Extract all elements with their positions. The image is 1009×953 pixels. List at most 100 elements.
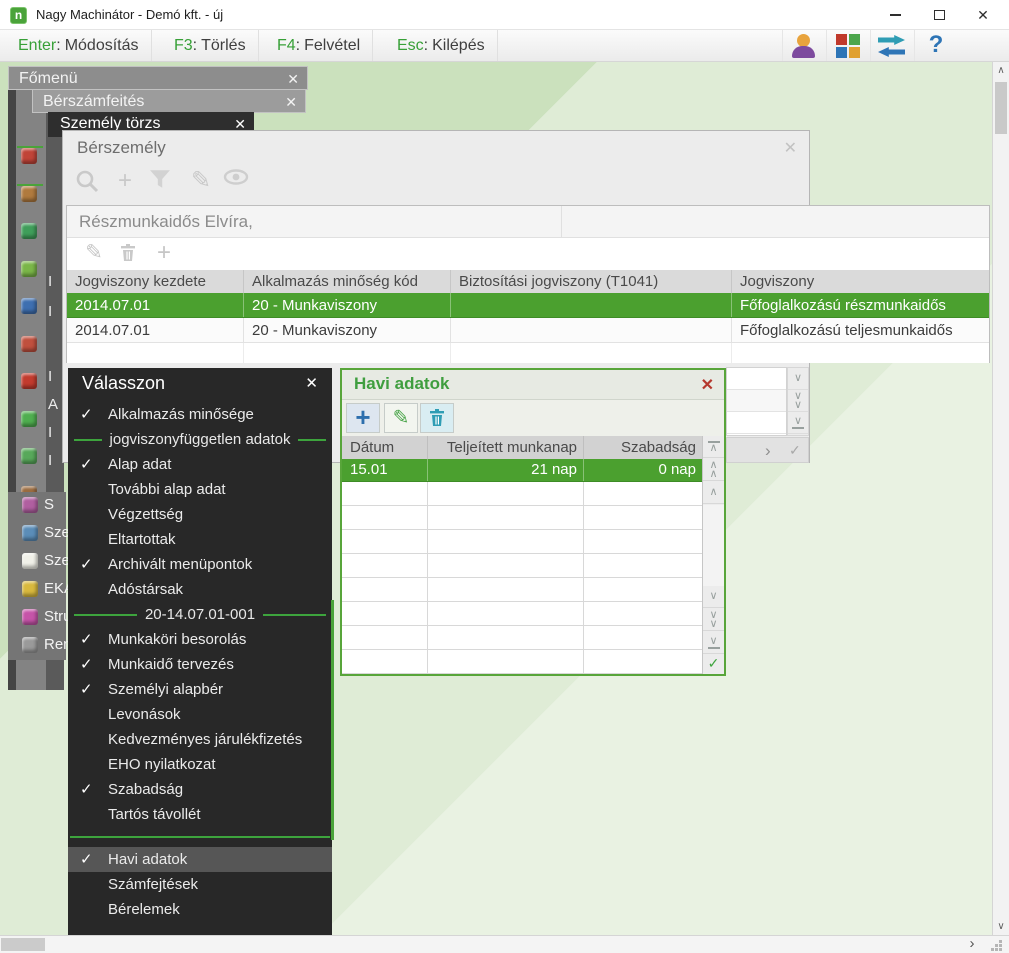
table-row-empty[interactable] (342, 602, 702, 626)
menu-item[interactable]: Végzettség (68, 502, 332, 527)
menu-item-clipped[interactable]: Sze (8, 520, 70, 548)
scroll-page-down-icon[interactable] (703, 609, 724, 631)
list-item[interactable] (727, 412, 786, 434)
window-titlebar[interactable]: n Nagy Machinátor - Demó kft. - új (0, 0, 1009, 30)
menu-item-clipped[interactable]: Ren (8, 632, 72, 660)
sidebar-icon[interactable] (21, 336, 37, 352)
edit-pencil-icon[interactable]: ✎ (187, 169, 215, 195)
table-row-empty[interactable] (342, 578, 702, 602)
menu-item-clipped[interactable]: EKÁ (8, 576, 73, 604)
scroll-up-icon[interactable] (703, 482, 724, 504)
add-icon[interactable]: + (151, 241, 177, 266)
scroll-to-top-icon[interactable] (703, 436, 724, 458)
menu-item-clipped[interactable]: Stru (8, 604, 72, 632)
delete-trash-button[interactable] (420, 403, 454, 433)
user-button[interactable] (782, 30, 824, 61)
edit-pencil-icon[interactable]: ✎ (81, 242, 107, 266)
sidebar-icon[interactable] (21, 261, 37, 277)
scroll-to-end-icon[interactable] (703, 632, 724, 654)
menu-item[interactable]: Számfejtések (68, 872, 332, 897)
horizontal-scrollbar[interactable] (0, 935, 1009, 953)
scroll-to-end-icon[interactable] (788, 412, 808, 434)
scroll-up-arrow[interactable] (993, 62, 1009, 79)
resize-grip[interactable] (999, 940, 1002, 943)
table-row[interactable]: 2014.07.01 20 - Munkaviszony Főfoglalkoz… (67, 318, 989, 343)
scroll-down-icon[interactable] (788, 368, 808, 390)
toolbar-item-kilepes[interactable]: EscKilépés (385, 30, 498, 61)
table-row-selected[interactable]: 2014.07.01 20 - Munkaviszony Főfoglalkoz… (67, 293, 989, 318)
sidebar-icon[interactable] (21, 373, 37, 389)
havi-adatok-titlebar[interactable]: Havi adatok (342, 370, 724, 400)
maximize-button[interactable] (917, 0, 961, 30)
minimize-button[interactable] (873, 0, 917, 30)
vertical-scroll-thumb[interactable] (995, 82, 1007, 134)
add-icon[interactable]: + (111, 169, 139, 195)
close-button[interactable] (961, 0, 1005, 30)
vertical-scrollbar[interactable] (992, 62, 1009, 935)
menu-item[interactable]: Eltartottak (68, 527, 332, 552)
search-icon[interactable] (75, 169, 103, 195)
table-row-selected[interactable]: 15.01 21 nap 0 nap (342, 459, 702, 482)
menu-item[interactable]: Munkaidő tervezés (68, 652, 332, 677)
menu-item-clipped[interactable]: S (8, 492, 66, 520)
list-item[interactable] (727, 368, 786, 390)
sidebar-icon[interactable] (21, 223, 37, 239)
menu-item[interactable]: Alap adat (68, 452, 332, 477)
scroll-page-down-icon[interactable] (788, 390, 808, 412)
havi-adatok-close-icon[interactable] (701, 375, 714, 395)
menu-item[interactable]: Tartós távollét (68, 802, 332, 827)
menu-item[interactable]: Kedvezményes járulékfizetés (68, 727, 332, 752)
table-row-empty[interactable] (342, 530, 702, 554)
add-button[interactable]: + (346, 403, 380, 433)
menu-item[interactable]: Szabadság (68, 777, 332, 802)
scroll-down-icon[interactable] (703, 586, 724, 608)
next-arrow-icon[interactable] (765, 441, 771, 461)
table-row-empty[interactable] (342, 482, 702, 506)
modules-button[interactable] (826, 30, 868, 61)
confirm-check-icon[interactable] (789, 442, 801, 459)
edit-pencil-button[interactable]: ✎ (384, 403, 418, 433)
menu-item[interactable]: Archivált menüpontok (68, 552, 332, 577)
filter-icon[interactable] (149, 169, 177, 195)
berszamfejtes-window-titlebar[interactable]: Bérszámfeités (32, 89, 306, 113)
menu-item[interactable]: Levonások (68, 702, 332, 727)
confirm-check-icon[interactable] (703, 655, 724, 674)
list-item[interactable] (727, 390, 786, 412)
horizontal-scroll-thumb[interactable] (1, 938, 45, 951)
scroll-down-arrow[interactable] (993, 918, 1009, 935)
valasszon-close-icon[interactable] (305, 374, 318, 392)
view-eye-icon[interactable] (223, 169, 251, 195)
help-button[interactable] (914, 30, 956, 61)
sidebar-icon[interactable] (21, 148, 37, 164)
berszemely-close-icon[interactable] (784, 138, 797, 158)
menu-item[interactable]: Személyi alapbér (68, 677, 332, 702)
table-row-empty[interactable] (342, 626, 702, 650)
sidebar-icon[interactable] (21, 448, 37, 464)
berszamfejtes-close-icon[interactable] (285, 90, 297, 114)
menu-item[interactable]: Adóstársak (68, 577, 332, 602)
menu-item-clipped[interactable]: Sze (8, 548, 70, 576)
menu-item[interactable]: Munkaköri besorolás (68, 627, 332, 652)
sidebar-icon[interactable] (21, 186, 37, 202)
table-row-empty[interactable] (342, 554, 702, 578)
sync-button[interactable] (870, 30, 912, 61)
toolbar-item-torles[interactable]: F3Törlés (162, 30, 259, 61)
sidebar-icon[interactable] (21, 298, 37, 314)
delete-trash-icon[interactable] (115, 242, 141, 266)
menu-item[interactable]: Bérelemek (68, 897, 332, 922)
scroll-page-up-icon[interactable] (703, 459, 724, 481)
scroll-track[interactable] (703, 505, 724, 586)
toolbar-item-felvetel[interactable]: F4Felvétel (265, 30, 374, 61)
table-row-empty[interactable] (342, 650, 702, 674)
fomenu-close-icon[interactable] (287, 67, 299, 91)
fomenu-window-titlebar[interactable]: Főmenü (8, 66, 308, 90)
scroll-right-arrow[interactable] (960, 936, 984, 953)
toolbar-item-modositas[interactable]: EnterMódosítás (6, 30, 152, 61)
menu-item[interactable]: EHO nyilatkozat (68, 752, 332, 777)
table-row-empty[interactable] (67, 343, 989, 363)
menu-item[interactable]: Alkalmazás minősége (68, 402, 332, 427)
menu-item[interactable]: További alap adat (68, 477, 332, 502)
menu-item-active[interactable]: Havi adatok (68, 847, 332, 872)
table-row-empty[interactable] (342, 506, 702, 530)
sidebar-icon[interactable] (21, 411, 37, 427)
